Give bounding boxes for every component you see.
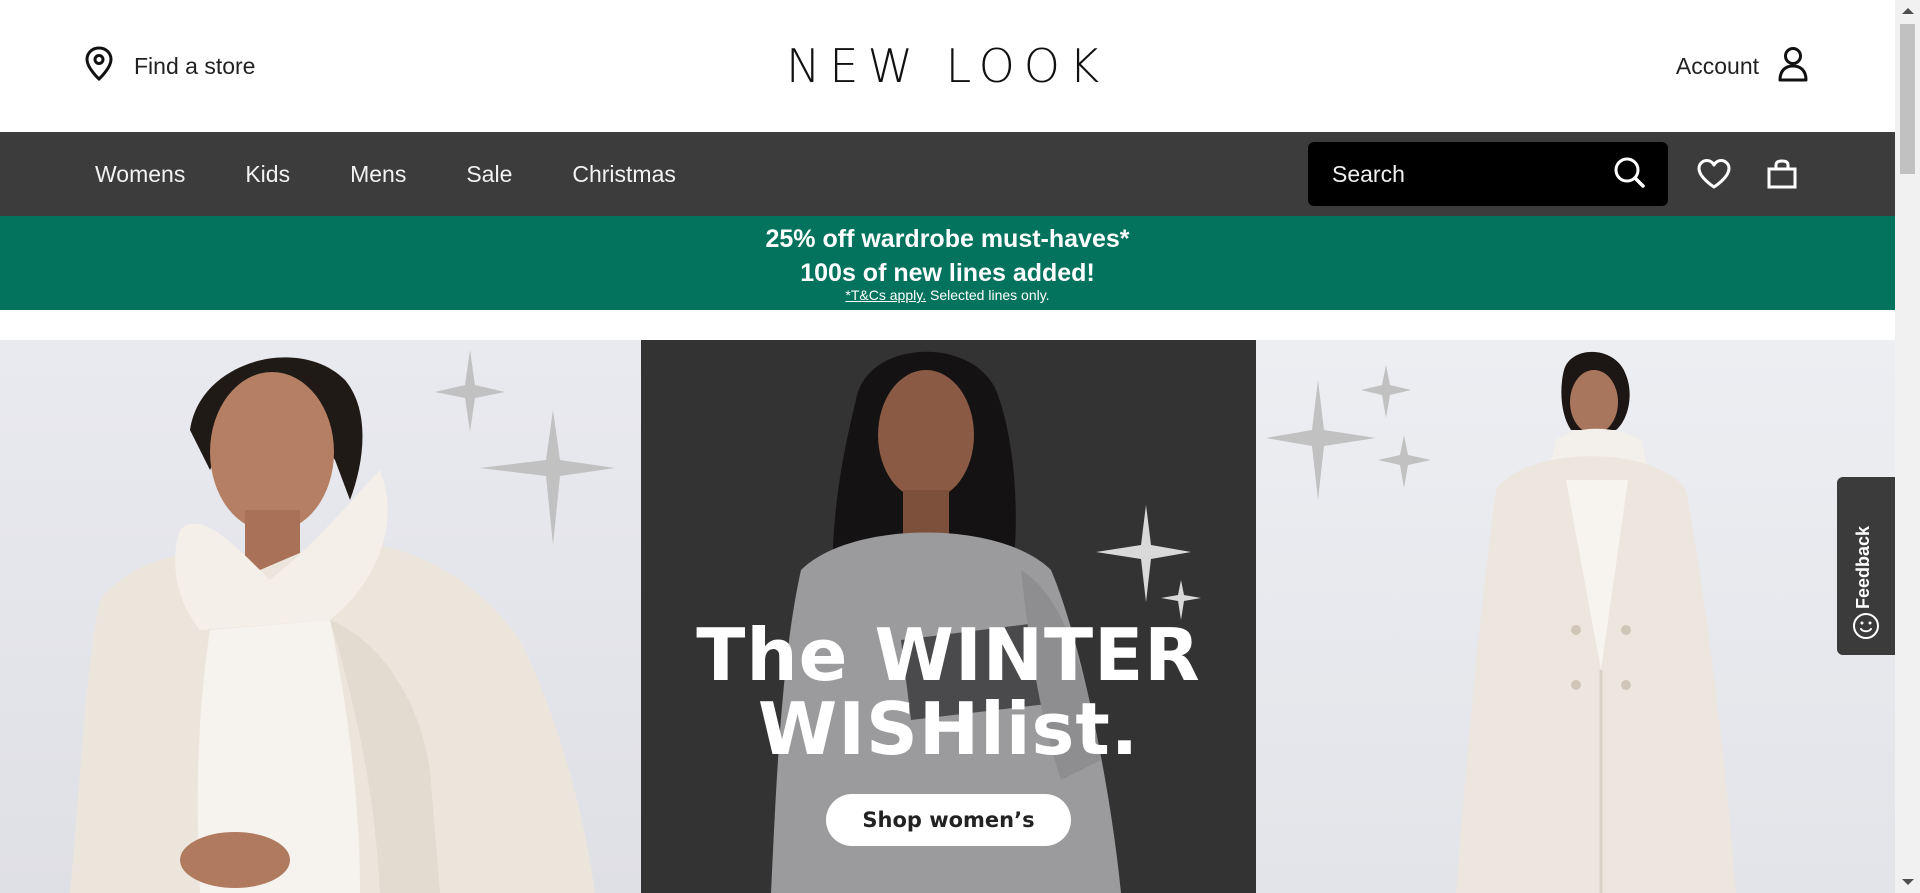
promo-banner[interactable]: 25% off wardrobe must-haves* 100s of new… xyxy=(0,216,1895,310)
feedback-tab[interactable]: Feedback xyxy=(1837,477,1895,655)
promo-headline: 25% off wardrobe must-haves* xyxy=(765,225,1130,253)
hero-title-line2: WISHlist. xyxy=(757,687,1140,771)
nav-christmas[interactable]: Christmas xyxy=(572,161,676,188)
terms-text: Selected lines only. xyxy=(926,287,1050,303)
shop-womens-button[interactable]: Shop women’s xyxy=(826,794,1071,846)
hero-title: The WINTER WISHlist. xyxy=(641,618,1256,766)
model-long-coat-image xyxy=(1266,351,1736,893)
feedback-label: Feedback xyxy=(1853,525,1873,609)
location-pin-icon xyxy=(84,45,114,87)
new-look-logo[interactable]: NEW LOOK xyxy=(786,40,1108,92)
promo-terms: *T&Cs apply. Selected lines only. xyxy=(0,286,1895,304)
scroll-down-arrow-icon[interactable] xyxy=(1902,879,1914,885)
nav-links: Womens Kids Mens Sale Christmas xyxy=(95,132,736,216)
nav-kids[interactable]: Kids xyxy=(245,161,290,188)
nav-sale[interactable]: Sale xyxy=(466,161,512,188)
page: Find a store NEW LOOK Account Womens Kid… xyxy=(0,0,1895,893)
top-header: Find a store NEW LOOK Account xyxy=(0,0,1895,132)
wishlist-heart-icon[interactable] xyxy=(1694,154,1734,194)
find-store-label: Find a store xyxy=(134,52,256,79)
scrollbar-thumb[interactable] xyxy=(1900,24,1915,174)
search-placeholder: Search xyxy=(1332,160,1405,187)
account-link[interactable]: Account xyxy=(1676,46,1809,86)
smiley-icon xyxy=(1851,611,1881,646)
find-store-link[interactable]: Find a store xyxy=(84,45,256,87)
main-nav: Womens Kids Mens Sale Christmas Search xyxy=(0,132,1895,216)
user-icon xyxy=(1777,46,1809,87)
search-input[interactable]: Search xyxy=(1308,142,1668,206)
scroll-up-arrow-icon[interactable] xyxy=(1902,8,1914,14)
terms-link[interactable]: *T&Cs apply. xyxy=(845,287,926,303)
page-scrollbar[interactable] xyxy=(1895,0,1920,893)
search-icon[interactable] xyxy=(1612,155,1646,194)
hero-campaign-panel[interactable]: The WINTER WISHlist. Shop women’s xyxy=(641,340,1256,893)
hero-banner: The WINTER WISHlist. Shop women’s xyxy=(0,340,1895,893)
hero-image-right[interactable] xyxy=(1256,340,1895,893)
nav-womens[interactable]: Womens xyxy=(95,161,185,188)
hero-image-left[interactable] xyxy=(0,340,641,893)
account-label: Account xyxy=(1675,52,1759,79)
promo-subheadline: 100s of new lines added! xyxy=(800,259,1095,287)
shopping-bag-icon[interactable] xyxy=(1762,154,1802,194)
hero-title-line1: The WINTER xyxy=(696,613,1201,697)
model-cream-hoodie-image xyxy=(70,350,615,893)
nav-mens[interactable]: Mens xyxy=(350,161,406,188)
